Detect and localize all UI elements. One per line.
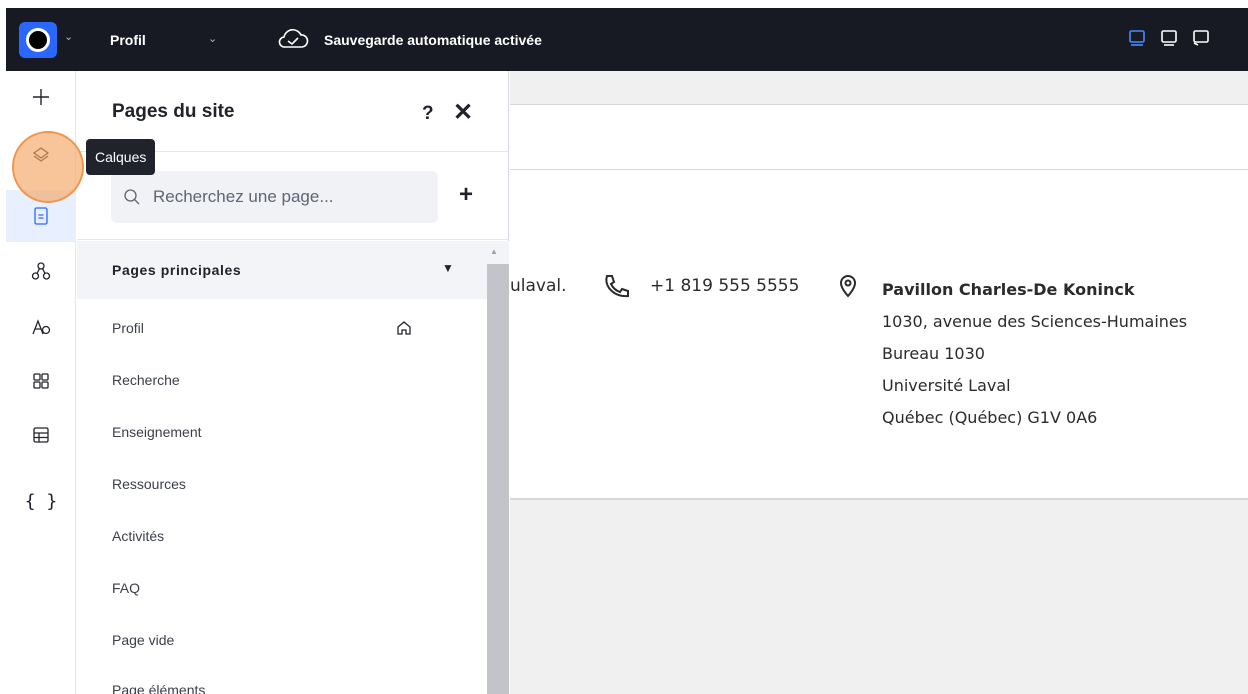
page-selector[interactable]: Profil <box>110 32 146 48</box>
theme-icon <box>32 319 51 335</box>
divider <box>77 239 509 240</box>
header-section[interactable] <box>510 104 1248 170</box>
page-item-profil[interactable]: Profil <box>112 320 144 336</box>
editor-window: ⌄ Profil ⌄ Sauvegarde automatique activé… <box>0 0 1248 694</box>
layers-tooltip: Calques <box>86 139 156 175</box>
code-button[interactable]: { } <box>6 475 76 527</box>
search-input[interactable] <box>153 185 423 209</box>
panel-title: Pages du site <box>112 101 235 122</box>
site-logo-button[interactable] <box>19 22 57 58</box>
home-icon <box>397 321 411 335</box>
help-icon[interactable]: ? <box>422 103 434 125</box>
page-item-recherche[interactable]: Recherche <box>112 372 180 388</box>
apps-icon <box>33 373 49 389</box>
editor-canvas[interactable]: ulaval. +1 819 555 5555 Pavillon Charles… <box>510 71 1248 694</box>
site-logo-icon <box>26 28 50 52</box>
code-icon: { } <box>24 490 58 512</box>
phone-text[interactable]: +1 819 555 5555 <box>650 276 799 296</box>
page-item-ressources[interactable]: Ressources <box>112 476 186 492</box>
section-label: Pages principales <box>112 262 242 278</box>
page-item-activites[interactable]: Activités <box>112 528 164 544</box>
pages-icon <box>34 207 48 225</box>
desktop-view-icon[interactable] <box>1128 30 1146 46</box>
cms-button[interactable] <box>6 409 76 461</box>
top-bar: ⌄ Profil ⌄ Sauvegarde automatique activé… <box>6 8 1248 71</box>
add-elements-button[interactable] <box>6 71 76 123</box>
page-item-faq[interactable]: FAQ <box>112 580 140 596</box>
address-office: Bureau 1030 <box>882 344 985 363</box>
autosave-status: Sauvegarde automatique activée <box>324 32 542 48</box>
page-item-page-vide[interactable]: Page vide <box>112 632 174 648</box>
theme-button[interactable] <box>6 301 76 353</box>
connections-button[interactable] <box>6 245 76 297</box>
chevron-down-icon[interactable]: ⌄ <box>64 30 73 43</box>
table-icon <box>33 427 49 443</box>
mobile-view-icon[interactable] <box>1192 30 1210 46</box>
main-pages-section-header[interactable]: Pages principales ▼ <box>77 241 487 299</box>
apps-button[interactable] <box>6 355 76 407</box>
add-page-button[interactable]: + <box>459 181 473 209</box>
search-icon <box>124 189 140 205</box>
page-search-box[interactable] <box>111 171 438 223</box>
address-block[interactable]: Pavillon Charles-De Koninck 1030, avenue… <box>882 274 1187 434</box>
scrollbar-thumb[interactable] <box>487 264 509 694</box>
page-item-page-elements[interactable]: Page éléments <box>112 682 205 694</box>
caret-down-icon[interactable]: ▼ <box>442 261 454 275</box>
tablet-view-icon[interactable] <box>1160 30 1178 46</box>
scroll-up-icon[interactable]: ▲ <box>490 247 498 256</box>
email-text[interactable]: ulaval. <box>510 276 567 296</box>
address-street: 1030, avenue des Sciences-Humaines <box>882 312 1188 331</box>
address-university: Université Laval <box>882 376 1011 395</box>
cloud-check-icon <box>278 29 309 48</box>
location-pin-icon <box>839 275 857 298</box>
phone-icon <box>605 275 629 298</box>
address-building: Pavillon Charles-De Koninck <box>882 280 1135 299</box>
plus-icon <box>33 89 49 105</box>
close-icon[interactable]: ✕ <box>453 98 473 127</box>
click-highlight <box>12 131 84 203</box>
address-city: Québec (Québec) G1V 0A6 <box>882 408 1098 427</box>
page-selector-chevron-icon[interactable]: ⌄ <box>208 32 217 45</box>
connections-icon <box>31 262 51 280</box>
page-item-enseignement[interactable]: Enseignement <box>112 424 202 440</box>
